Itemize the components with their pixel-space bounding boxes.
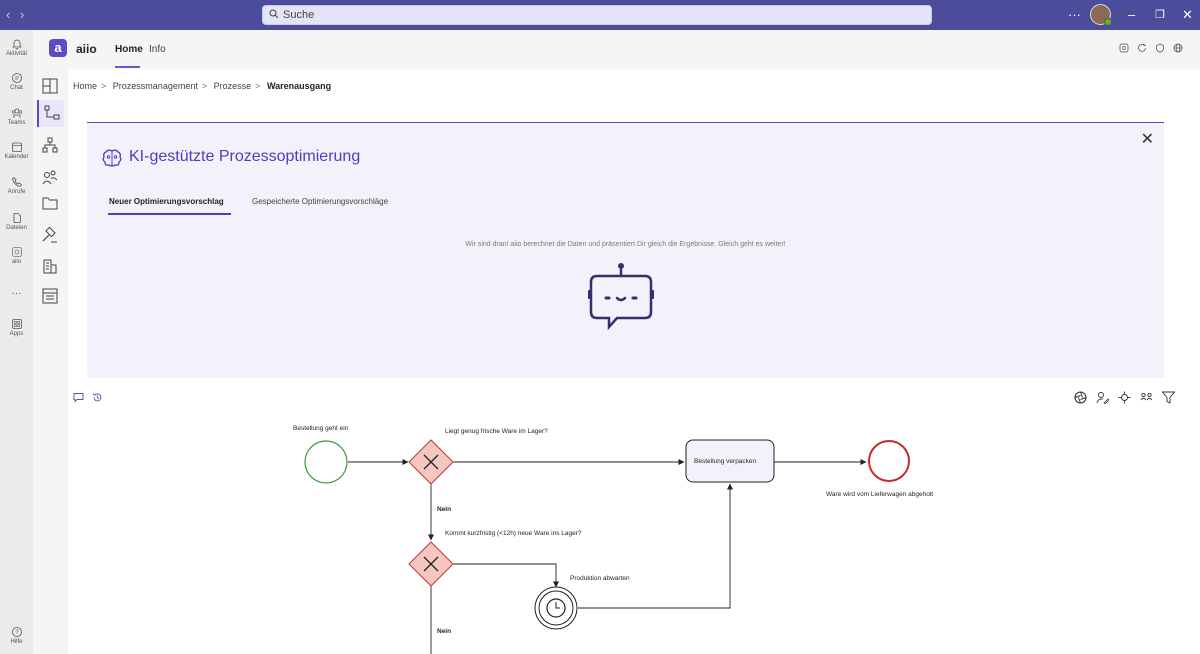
task-label: Bestellung verpacken bbox=[694, 458, 757, 465]
process-diagram bbox=[304, 439, 910, 654]
start-event-label: Bestellung geht ein bbox=[293, 425, 349, 432]
flow-condition-label: Nein bbox=[437, 506, 452, 513]
end-event-label: Ware wird vom Lieferwagen abgeholt bbox=[826, 491, 934, 498]
timer-event[interactable] bbox=[534, 586, 578, 630]
end-event[interactable] bbox=[868, 440, 910, 482]
sequence-flow[interactable] bbox=[578, 483, 733, 609]
gateway-question-label: Liegt genug frische Ware im Lager? bbox=[445, 428, 548, 435]
gateway-question-label: Kommt kurzfristig (<12h) neue Ware ins L… bbox=[445, 530, 582, 537]
exclusive-gateway[interactable] bbox=[408, 439, 454, 485]
start-event[interactable] bbox=[304, 440, 348, 484]
sequence-flow[interactable] bbox=[453, 563, 559, 588]
timer-event-label: Produktion abwarten bbox=[570, 575, 630, 582]
exclusive-gateway[interactable] bbox=[408, 541, 454, 587]
flow-condition-label: Nein bbox=[437, 628, 452, 635]
